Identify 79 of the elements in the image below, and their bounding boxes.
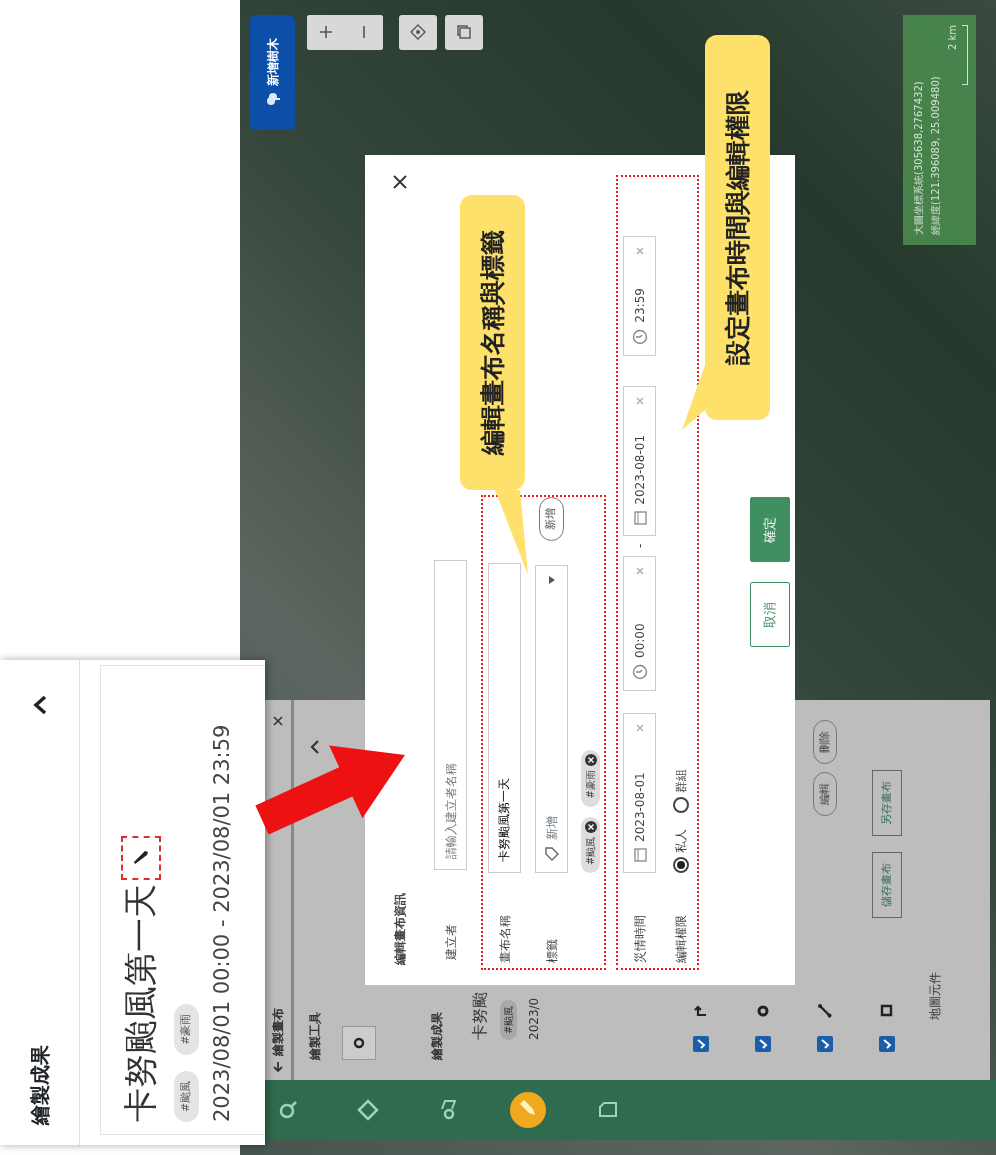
coordinate-text: 經緯度(121.396089, 25.009480) (929, 75, 942, 235)
date-range: 2023/08/01 00:00 - 2023/08/01 23:59 (208, 723, 235, 1122)
calendar-icon (632, 510, 647, 525)
crosshair-icon (410, 24, 426, 41)
chevron-left-icon[interactable] (310, 740, 320, 754)
section-label: 繪製工具 (307, 1012, 323, 1060)
section-label: 繪製成果 (429, 1012, 445, 1060)
close-icon[interactable] (273, 716, 283, 726)
line-icon (817, 1004, 833, 1018)
tag-select[interactable]: 新增 (535, 565, 568, 873)
tag-chip: #豪雨 (581, 750, 600, 807)
layer-checkbox[interactable] (879, 1036, 895, 1052)
draw-tool-button[interactable] (342, 1026, 376, 1060)
tag-chip: #豪雨 (174, 1003, 199, 1055)
tag-icon (543, 846, 560, 862)
point-icon (755, 1004, 771, 1018)
section-label: 地圖元件 (928, 972, 942, 1020)
layer-checkbox[interactable] (693, 1036, 709, 1052)
diamond-icon (357, 1099, 379, 1121)
tag-chip: #颱風 (581, 816, 600, 873)
clock-icon (631, 328, 648, 345)
save-button[interactable]: 另存畫布 (871, 770, 903, 836)
callout-pointer (682, 365, 705, 430)
field-label: 建立者 (442, 923, 459, 962)
layer-checkbox[interactable] (817, 1036, 833, 1052)
time-field[interactable]: 23:59 (623, 235, 656, 356)
scale-bar (962, 25, 968, 85)
separator-text: - (631, 543, 648, 548)
square-icon (879, 1004, 895, 1018)
dialog-title: 編輯畫布資訊 (392, 893, 408, 965)
scale-label: 2 km (946, 25, 959, 51)
callout-label: 編輯畫布名稱與標籤 (460, 195, 525, 490)
check-icon (758, 1039, 768, 1049)
tree-icon (264, 91, 281, 108)
check-icon (820, 1039, 830, 1049)
canvas-name: 卡努颱風第一天 (119, 884, 161, 1122)
pencil-icon (131, 849, 150, 867)
search-icon (277, 1099, 299, 1121)
date-field[interactable]: 2023-08-01 (623, 385, 656, 536)
confirm-button[interactable]: 確定 (750, 497, 790, 563)
radio-option[interactable]: 群組 (672, 769, 690, 813)
field-label: 災情時間 (631, 914, 648, 965)
calendar-icon (632, 848, 647, 862)
remove-icon[interactable] (584, 820, 597, 833)
squares-icon (456, 24, 472, 41)
result-name: 卡努颱 (469, 991, 490, 1040)
plus-icon (319, 25, 333, 40)
panel-title: 繪製畫布 (270, 1008, 286, 1056)
check-icon (882, 1039, 892, 1049)
cancel-button[interactable]: 取消 (750, 582, 790, 648)
edit-button[interactable] (120, 836, 161, 880)
locate-button[interactable] (399, 15, 437, 50)
caret-icon (548, 576, 555, 584)
nav-button[interactable] (510, 1092, 546, 1128)
close-icon[interactable] (393, 175, 407, 189)
route-icon (693, 1004, 709, 1018)
date-field[interactable]: 2023-08-01 (623, 713, 656, 873)
back-arrow-icon (272, 1060, 284, 1072)
layer-checkbox[interactable] (755, 1036, 771, 1052)
clock-icon (631, 664, 648, 680)
field-label: 畫布名稱 (496, 914, 513, 965)
panel-title: 繪製成果 (26, 1045, 53, 1125)
text-field[interactable]: 請輸入建立者名稱 (434, 560, 467, 870)
remove-icon[interactable] (584, 754, 597, 767)
result-date: 2023/0 (526, 996, 542, 1040)
tag-chip: #颱風 (500, 999, 517, 1040)
radio-option[interactable]: 私人 (672, 829, 690, 873)
field-label: 標籤 (543, 938, 560, 965)
save-button[interactable]: 儲存畫布 (871, 852, 903, 918)
layers-button[interactable] (445, 15, 483, 50)
field-label: 編輯權限 (673, 914, 689, 965)
chevron-left-icon[interactable] (31, 695, 48, 715)
coordinate-text: 大圖坐標系統(305638,2767432) (912, 80, 925, 235)
text-field[interactable]: 卡努颱風第一天 (488, 563, 521, 873)
circle-icon (353, 1037, 365, 1049)
tag-chip: #颱風 (174, 1070, 199, 1122)
check-icon (696, 1039, 706, 1049)
time-field[interactable]: 00:00 (623, 556, 656, 691)
add-tree-button[interactable]: 新增樹木 (250, 15, 295, 130)
